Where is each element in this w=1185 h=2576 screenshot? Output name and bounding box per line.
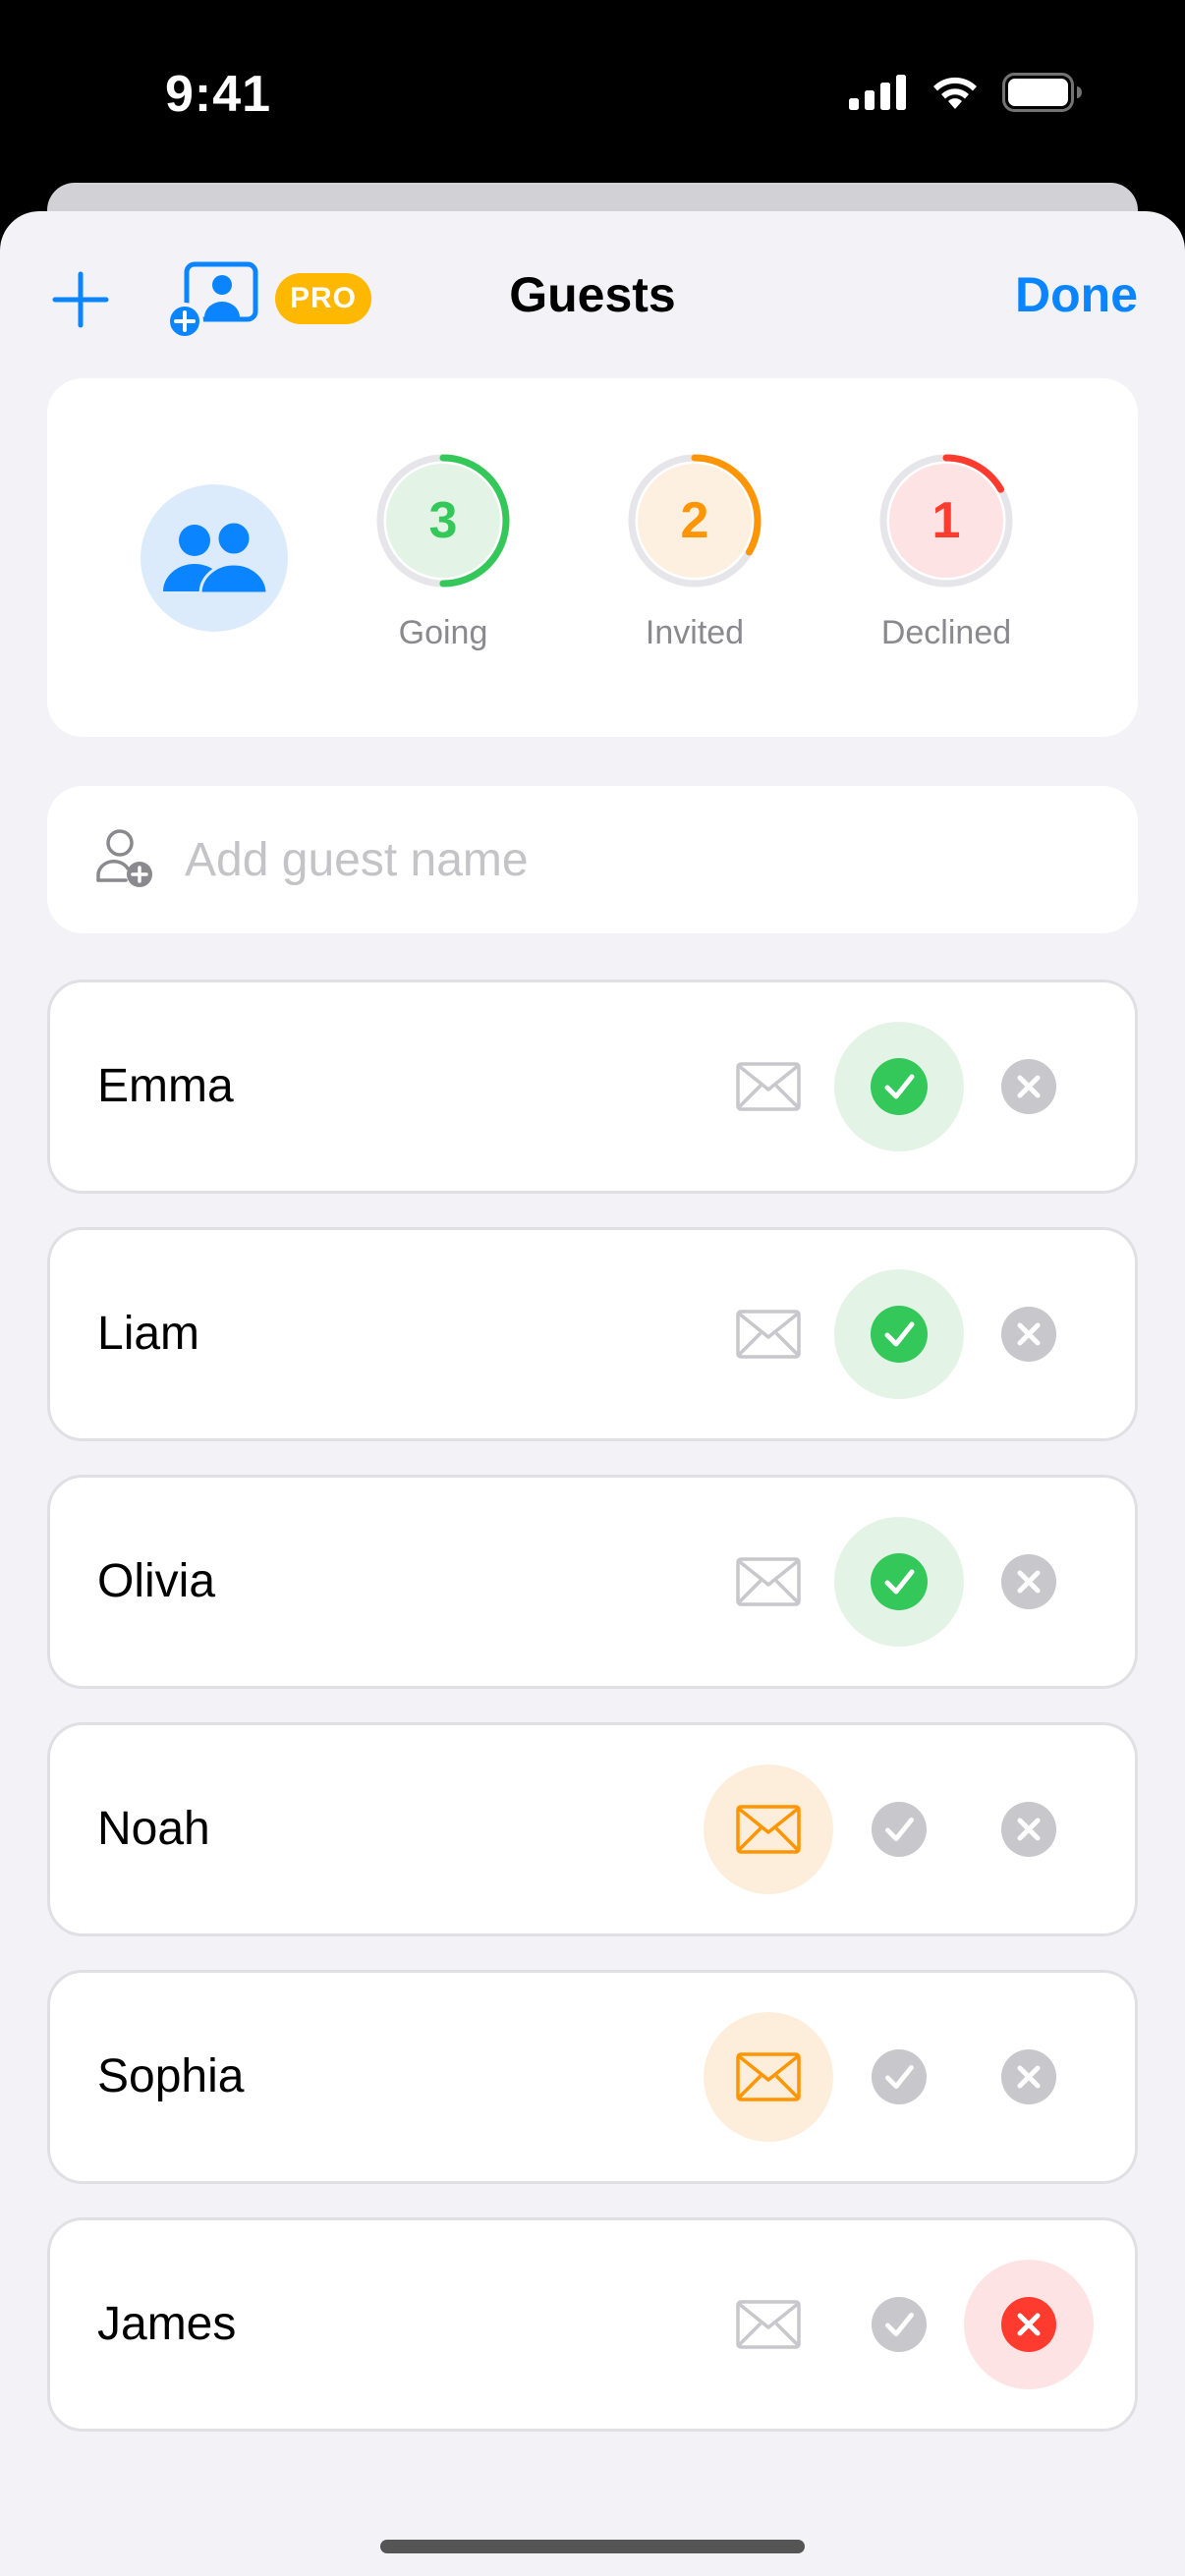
status-icons bbox=[849, 73, 1083, 112]
envelope-icon bbox=[736, 1557, 801, 1606]
guest-name: Sophia bbox=[97, 2050, 245, 2102]
checkmark-icon bbox=[871, 1553, 928, 1610]
status-bar: 9:41 bbox=[0, 0, 1185, 187]
signal-icon bbox=[849, 75, 906, 110]
going-button[interactable] bbox=[834, 1517, 964, 1647]
decline-button[interactable] bbox=[964, 2012, 1094, 2142]
invite-button[interactable] bbox=[704, 2260, 833, 2389]
plus-icon[interactable] bbox=[51, 270, 110, 329]
invite-button[interactable] bbox=[704, 1022, 833, 1151]
decline-button[interactable] bbox=[964, 1022, 1094, 1151]
checkmark-icon bbox=[872, 2049, 927, 2104]
checkmark-icon bbox=[871, 1058, 928, 1115]
stat-count: 3 bbox=[428, 492, 458, 549]
invite-button[interactable] bbox=[704, 1517, 833, 1647]
guest-row[interactable]: James bbox=[47, 2217, 1138, 2432]
close-icon bbox=[1001, 1059, 1056, 1114]
checkmark-icon bbox=[872, 2297, 927, 2352]
stat-declined[interactable]: 1 Declined bbox=[848, 452, 1044, 668]
done-button[interactable]: Done bbox=[1015, 266, 1138, 323]
guest-name: James bbox=[97, 2298, 237, 2350]
envelope-icon bbox=[736, 2300, 801, 2349]
guests-sheet: PRO Guests Done 3 Going 2 Invited 1 Declined … bbox=[0, 211, 1185, 2576]
guest-name: Noah bbox=[97, 1803, 210, 1855]
going-button[interactable] bbox=[834, 1269, 964, 1399]
going-button[interactable] bbox=[834, 2012, 964, 2142]
close-icon bbox=[1001, 1307, 1056, 1362]
checkmark-icon bbox=[871, 1306, 928, 1363]
close-icon bbox=[1001, 2049, 1056, 2104]
close-icon bbox=[1001, 1802, 1056, 1857]
envelope-icon bbox=[736, 1310, 801, 1359]
decline-button[interactable] bbox=[964, 1764, 1094, 1894]
checkmark-icon bbox=[872, 1802, 927, 1857]
nav-bar: PRO Guests Done bbox=[0, 211, 1185, 383]
guest-row[interactable]: Liam bbox=[47, 1227, 1138, 1441]
battery-icon bbox=[1002, 73, 1082, 112]
close-icon bbox=[1001, 2297, 1056, 2352]
invite-button[interactable] bbox=[704, 2012, 833, 2142]
close-icon bbox=[1001, 1554, 1056, 1609]
envelope-icon bbox=[736, 1805, 801, 1854]
envelope-icon bbox=[736, 1062, 801, 1111]
guest-row[interactable]: Sophia bbox=[47, 1970, 1138, 2184]
contact-add-icon[interactable] bbox=[165, 258, 261, 341]
home-indicator[interactable] bbox=[380, 2540, 805, 2553]
add-guest-field[interactable] bbox=[47, 786, 1138, 933]
guest-name: Liam bbox=[97, 1308, 200, 1360]
decline-button[interactable] bbox=[964, 2260, 1094, 2389]
invite-button[interactable] bbox=[704, 1269, 833, 1399]
wifi-icon bbox=[933, 77, 977, 109]
person-add-icon bbox=[96, 829, 152, 887]
decline-button[interactable] bbox=[964, 1269, 1094, 1399]
pro-badge[interactable]: PRO bbox=[275, 273, 371, 324]
envelope-icon bbox=[736, 2052, 801, 2101]
guest-row[interactable]: Olivia bbox=[47, 1475, 1138, 1689]
guest-name: Olivia bbox=[97, 1555, 216, 1607]
stat-label: Declined bbox=[880, 614, 1012, 651]
group-avatar bbox=[141, 484, 288, 632]
guest-row[interactable]: Noah bbox=[47, 1722, 1138, 1936]
stat-count: 1 bbox=[931, 492, 961, 549]
people-icon bbox=[163, 521, 269, 595]
add-guest-input[interactable] bbox=[185, 815, 1069, 904]
status-time: 9:41 bbox=[165, 66, 272, 123]
going-button[interactable] bbox=[834, 1022, 964, 1151]
stat-invited[interactable]: 2 Invited bbox=[596, 452, 793, 668]
going-button[interactable] bbox=[834, 1764, 964, 1894]
rsvp-summary-card: 3 Going 2 Invited 1 Declined bbox=[47, 378, 1138, 737]
going-button[interactable] bbox=[834, 2260, 964, 2389]
stat-label: Invited bbox=[645, 614, 745, 651]
stat-going[interactable]: 3 Going bbox=[345, 452, 541, 668]
guest-name: Emma bbox=[97, 1060, 234, 1112]
guest-row[interactable]: Emma bbox=[47, 980, 1138, 1194]
decline-button[interactable] bbox=[964, 1517, 1094, 1647]
stat-label: Going bbox=[398, 614, 488, 651]
stat-count: 2 bbox=[680, 492, 709, 549]
invite-button[interactable] bbox=[704, 1764, 833, 1894]
